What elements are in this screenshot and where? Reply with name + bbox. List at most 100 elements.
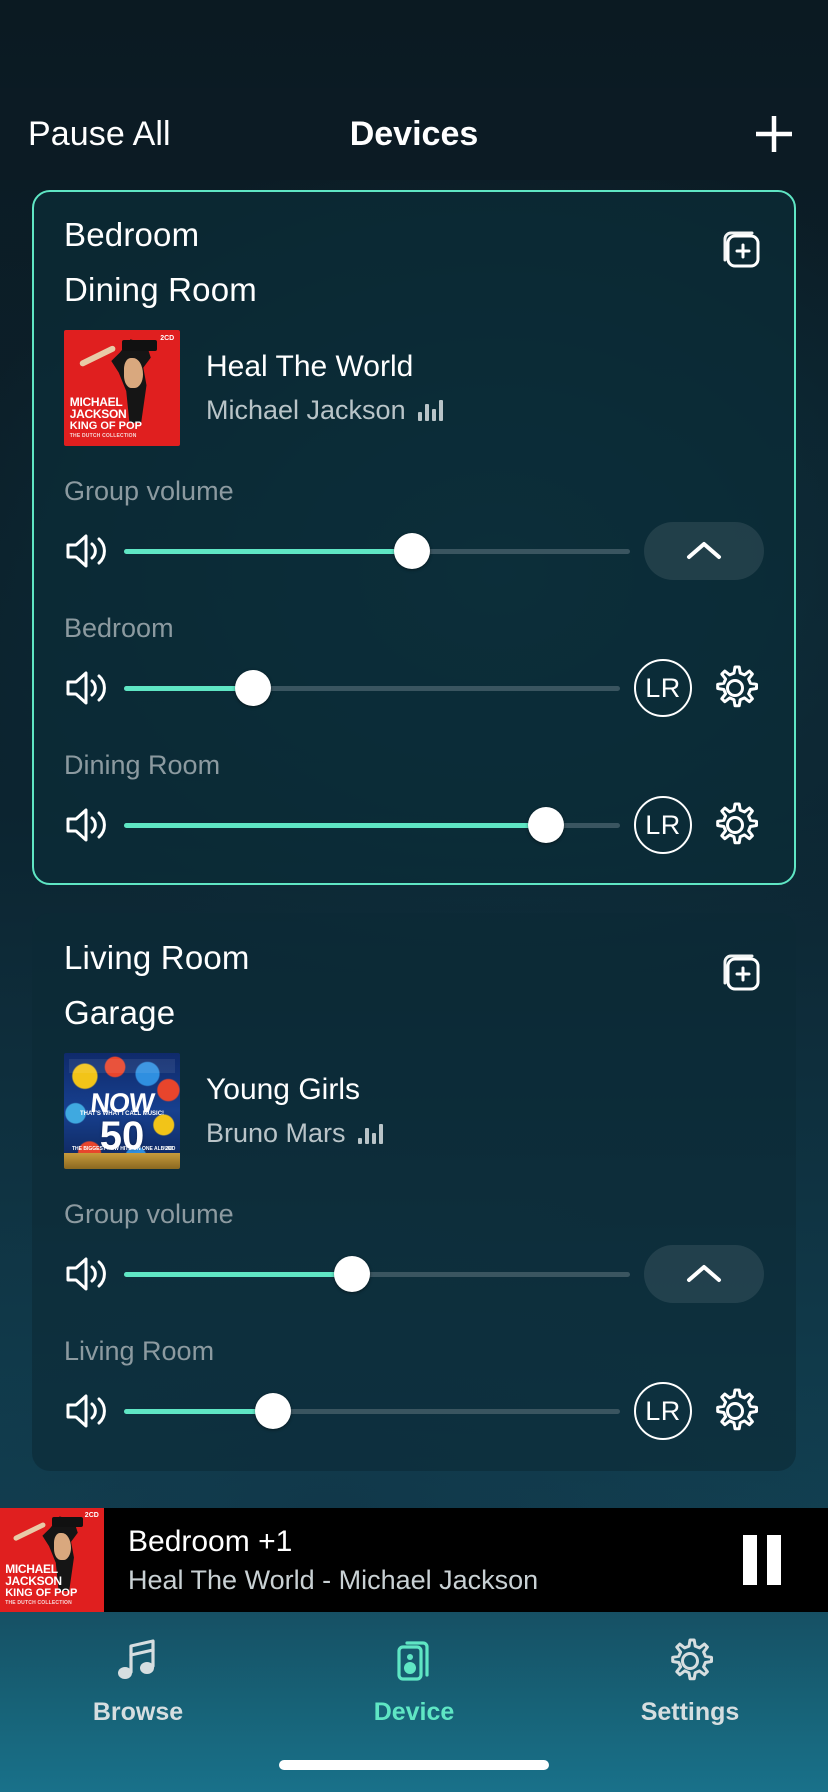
slider-thumb[interactable] — [334, 1256, 370, 1292]
app-screen: Pause All Devices Bedroom Dining Room — [0, 0, 828, 1792]
slider-fill — [124, 1272, 352, 1277]
stereo-pair-badge[interactable]: LR — [634, 796, 692, 854]
album-art-badge: 2CD — [160, 335, 174, 342]
track-artist: Bruno Mars — [206, 1118, 346, 1149]
now-playing-text: Heal The World Michael Jackson — [206, 350, 443, 426]
pause-icon — [743, 1535, 757, 1585]
album-art-badge: 2CD — [85, 1512, 99, 1519]
collapse-group-button[interactable] — [644, 522, 764, 580]
gear-icon — [708, 1384, 762, 1438]
collapse-group-button[interactable] — [644, 1245, 764, 1303]
group-manage-button[interactable] — [714, 945, 766, 997]
group-volume-slider[interactable] — [124, 529, 630, 573]
pause-button[interactable] — [714, 1535, 810, 1585]
album-art-line1: MICHAEL — [5, 1563, 80, 1575]
mini-player[interactable]: 2CD MICHAEL JACKSON KING OF POP THE DUTC… — [0, 1508, 828, 1612]
speaker-volume-label: Living Room — [64, 1336, 764, 1367]
speaker-settings-button[interactable] — [706, 796, 764, 854]
speaker-volume-slider[interactable] — [124, 1389, 620, 1433]
group-manage-button[interactable] — [714, 222, 766, 274]
gear-icon — [708, 661, 762, 715]
now-playing-row[interactable]: NOW THAT'S WHAT I CALL MUSIC! 50 THE BIG… — [64, 1053, 764, 1169]
album-art: NOW THAT'S WHAT I CALL MUSIC! 50 THE BIG… — [64, 1053, 180, 1169]
slider-thumb[interactable] — [235, 670, 271, 706]
group-volume-row[interactable] — [64, 519, 764, 583]
tab-label: Device — [374, 1698, 455, 1727]
mini-player-room: Bedroom +1 — [128, 1524, 714, 1559]
group-volume-row[interactable] — [64, 1242, 764, 1306]
now-playing-row[interactable]: 2CD MICHAEL JACKSON KING OF POP THE DUTC… — [64, 330, 764, 446]
plus-icon — [751, 111, 797, 157]
group-volume-label: Group volume — [64, 476, 764, 507]
add-device-button[interactable] — [748, 108, 800, 160]
speaker-settings-button[interactable] — [706, 659, 764, 717]
slider-fill — [124, 1409, 273, 1414]
speaker-icon — [64, 531, 116, 571]
group-room-names: Bedroom Dining Room — [64, 218, 764, 306]
slider-thumb[interactable] — [255, 1393, 291, 1429]
chevron-up-icon — [684, 1261, 724, 1287]
tab-label: Browse — [93, 1698, 183, 1727]
mini-player-track: Heal The World - Michael Jackson — [128, 1564, 714, 1596]
tab-label: Settings — [641, 1698, 740, 1727]
speaker-icon — [64, 805, 116, 845]
room-name: Dining Room — [64, 273, 674, 306]
chevron-up-icon — [684, 538, 724, 564]
tab-browse[interactable]: Browse — [0, 1634, 276, 1727]
home-indicator — [279, 1760, 549, 1770]
speaker-volume-slider[interactable] — [124, 803, 620, 847]
now-playing-text: Young Girls Bruno Mars — [206, 1073, 383, 1149]
track-artist: Michael Jackson — [206, 395, 406, 426]
mini-player-text: Bedroom +1 Heal The World - Michael Jack… — [128, 1524, 714, 1596]
speaker-settings-button[interactable] — [706, 1382, 764, 1440]
speaker-icon — [64, 1254, 116, 1294]
music-note-icon — [111, 1634, 165, 1688]
tab-settings[interactable]: Settings — [552, 1634, 828, 1727]
group-volume-slider[interactable] — [124, 1252, 630, 1296]
track-title: Young Girls — [206, 1073, 383, 1108]
equalizer-icon — [358, 1122, 383, 1144]
status-bar — [0, 0, 828, 88]
album-art-line2: JACKSON — [5, 1575, 80, 1587]
speaker-volume-row[interactable]: LR — [64, 656, 764, 720]
stereo-pair-badge[interactable]: LR — [634, 659, 692, 717]
room-name: Living Room — [64, 941, 674, 974]
tab-bar: Browse Device Settings — [0, 1612, 828, 1792]
stack-add-icon — [716, 224, 764, 272]
group-room-names: Living Room Garage — [64, 941, 764, 1029]
album-art-badge: 2CD — [165, 1146, 175, 1152]
slider-thumb[interactable] — [394, 533, 430, 569]
speaker-icon — [64, 668, 116, 708]
tab-device[interactable]: Device — [276, 1634, 552, 1727]
album-art-line2: JACKSON — [70, 408, 154, 420]
album-art-footer: THE BIGGEST NEW HITS ON ONE ALBUM — [72, 1146, 172, 1152]
room-name: Bedroom — [64, 218, 674, 251]
album-art-line3: KING OF POP — [5, 1588, 80, 1599]
device-group-card[interactable]: Bedroom Dining Room 2CD MICHAEL JACK — [32, 190, 796, 885]
album-art: 2CD MICHAEL JACKSON KING OF POP THE DUTC… — [64, 330, 180, 446]
track-title: Heal The World — [206, 350, 443, 385]
speaker-volume-slider[interactable] — [124, 666, 620, 710]
equalizer-icon — [418, 399, 443, 421]
device-group-card[interactable]: Living Room Garage NOW THAT'S WHAT I CAL… — [32, 913, 796, 1471]
slider-thumb[interactable] — [528, 807, 564, 843]
speaker-volume-row[interactable]: LR — [64, 1379, 764, 1443]
speaker-icon — [64, 1391, 116, 1431]
speaker-icon — [387, 1634, 441, 1688]
slider-fill — [124, 823, 546, 828]
gear-icon — [708, 798, 762, 852]
speaker-volume-row[interactable]: LR — [64, 793, 764, 857]
album-art-line4: THE DUTCH COLLECTION — [5, 1601, 80, 1606]
slider-fill — [124, 549, 412, 554]
album-art-line3: KING OF POP — [70, 421, 154, 432]
pause-all-button[interactable]: Pause All — [28, 115, 171, 154]
slider-fill — [124, 686, 253, 691]
stack-add-icon — [716, 947, 764, 995]
album-art-line4: THE DUTCH COLLECTION — [70, 434, 154, 439]
navigation-bar: Pause All Devices — [0, 88, 828, 180]
speaker-volume-label: Dining Room — [64, 750, 764, 781]
mini-player-album-art: 2CD MICHAEL JACKSON KING OF POP THE DUTC… — [0, 1508, 104, 1612]
stereo-pair-badge[interactable]: LR — [634, 1382, 692, 1440]
room-name: Garage — [64, 996, 674, 1029]
group-volume-label: Group volume — [64, 1199, 764, 1230]
